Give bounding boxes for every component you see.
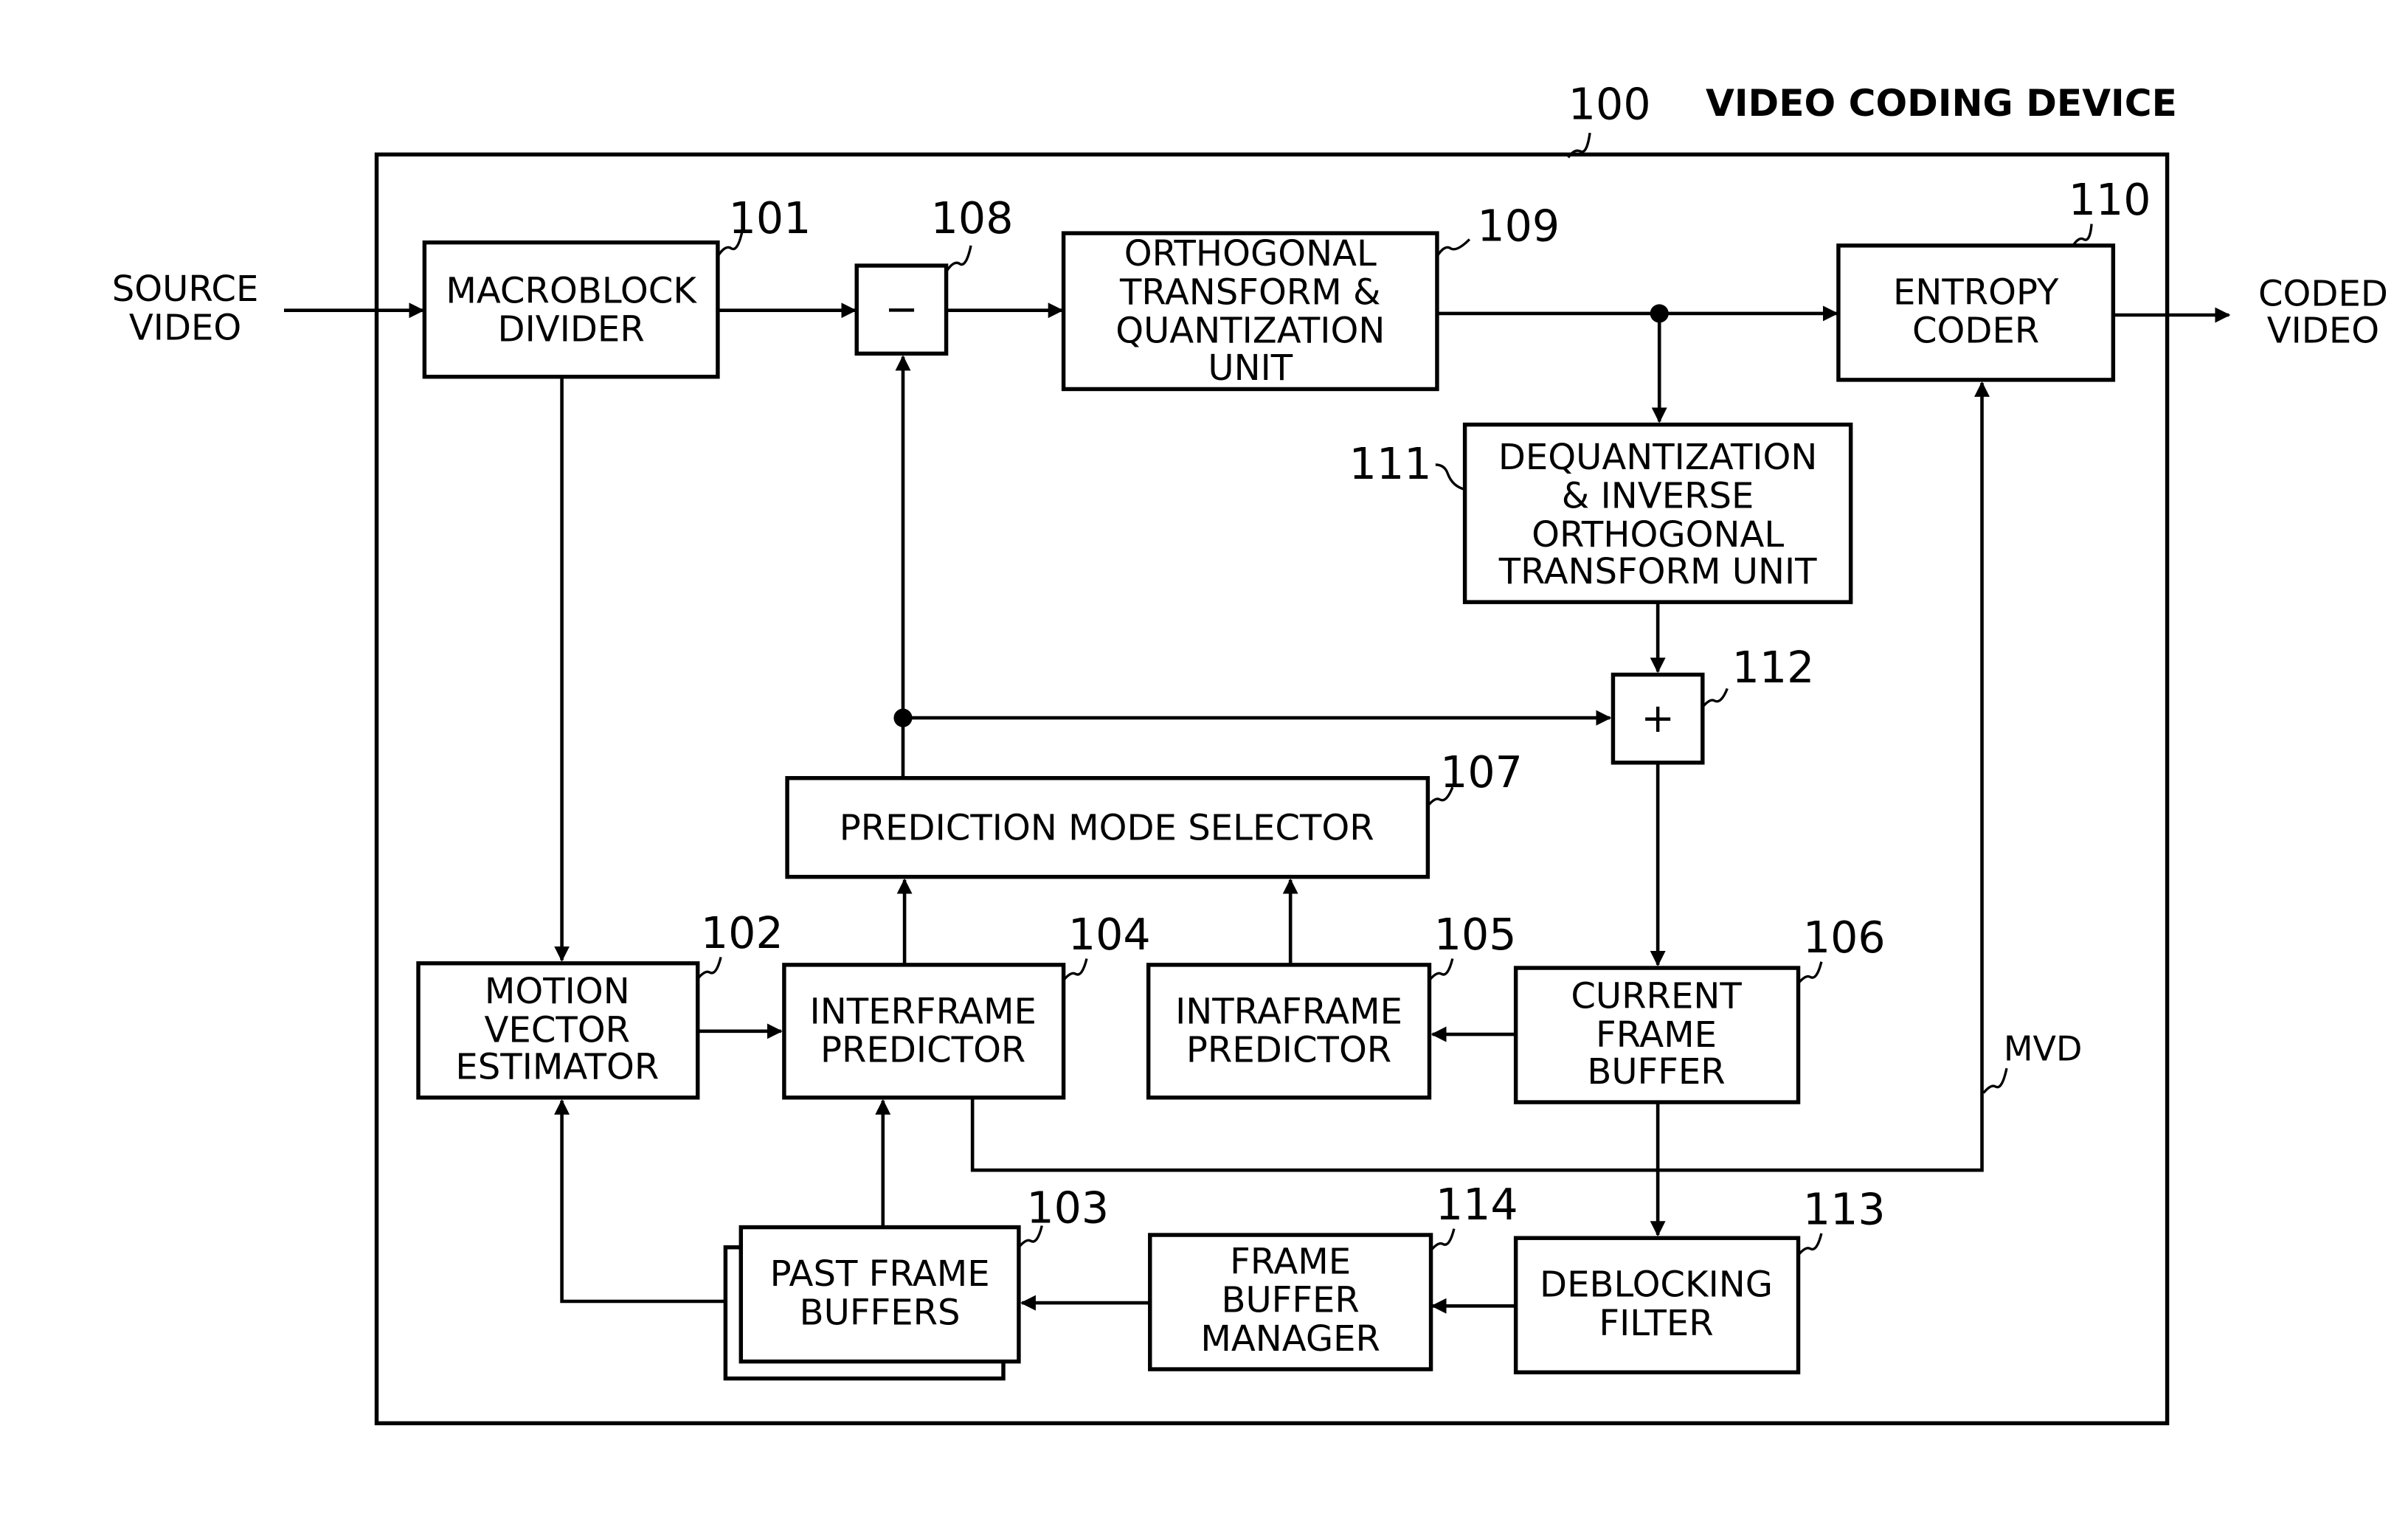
leader-105	[1428, 958, 1454, 981]
deblocking-filter-block[interactable]: DEBLOCKING FILTER	[1513, 1236, 1801, 1374]
frame-buffer-manager-block[interactable]: FRAME BUFFER MANAGER	[1148, 1233, 1433, 1371]
estimator-line-3: ESTIMATOR	[455, 1047, 659, 1088]
leader-102	[696, 957, 722, 980]
interframe-predictor-block[interactable]: INTERFRAME PREDICTOR	[782, 963, 1066, 1100]
leader-111	[1435, 463, 1466, 491]
ref-103: 103	[1026, 1183, 1109, 1233]
deblocking-line-1: DEBLOCKING	[1540, 1264, 1773, 1306]
leader-114	[1430, 1228, 1456, 1252]
junction-dot-mid	[893, 708, 913, 727]
ref-110: 110	[2069, 175, 2151, 225]
leader-108	[945, 245, 972, 273]
ref-114: 114	[1436, 1180, 1518, 1230]
orthogonal-transform-block[interactable]: ORTHOGONAL TRANSFORM & QUANTIZATION UNIT	[1061, 231, 1439, 392]
adder-block[interactable]: +	[1610, 672, 1705, 765]
manager-line-1: FRAME	[1230, 1241, 1351, 1282]
past-buffers-line-1: PAST FRAME	[770, 1253, 990, 1295]
device-ref-label: 100	[1568, 79, 1651, 129]
ref-108: 108	[931, 193, 1014, 243]
current-frame-buffer-block[interactable]: CURRENT FRAME BUFFER	[1513, 966, 1801, 1104]
manager-line-2: BUFFER	[1221, 1280, 1359, 1321]
ref-105: 105	[1434, 910, 1517, 960]
ref-102: 102	[701, 908, 783, 958]
leader-112	[1701, 688, 1729, 708]
transform-line-3: QUANTIZATION	[1115, 311, 1385, 352]
entropy-line-2: CODER	[1912, 311, 2039, 352]
prediction-mode-selector-block[interactable]: PREDICTION MODE SELECTOR	[785, 775, 1430, 879]
estimator-line-1: MOTION	[485, 971, 630, 1012]
diagram-title: VIDEO CODING DEVICE	[1706, 81, 2177, 125]
leader-104	[1062, 958, 1088, 981]
ref-104: 104	[1068, 910, 1151, 960]
leader-110	[2072, 224, 2093, 246]
source-video-label-2: VIDEO	[129, 307, 241, 348]
transform-line-1: ORTHOGONAL	[1124, 233, 1377, 274]
current-buffer-line-2: FRAME	[1596, 1014, 1717, 1056]
ref-111: 111	[1349, 439, 1432, 489]
intraframe-line-2: PREDICTOR	[1186, 1030, 1391, 1071]
dequant-line-4: TRANSFORM UNIT	[1498, 551, 1817, 592]
macroblock-divider-line-2: DIVIDER	[498, 309, 645, 350]
subtractor-symbol: −	[885, 285, 918, 332]
estimator-line-2: VECTOR	[485, 1009, 631, 1051]
ref-112: 112	[1732, 643, 1815, 693]
ref-106: 106	[1803, 913, 1886, 963]
motion-vector-estimator-block[interactable]: MOTION VECTOR ESTIMATOR	[416, 961, 700, 1100]
macroblock-divider-block[interactable]: MACROBLOCK DIVIDER	[422, 240, 720, 379]
dequant-line-3: ORTHOGONAL	[1532, 514, 1784, 555]
leader-113	[1797, 1233, 1823, 1256]
entropy-line-1: ENTROPY	[1893, 271, 2059, 313]
leader-109	[1436, 238, 1471, 257]
manager-line-3: MANAGER	[1200, 1318, 1380, 1360]
ref-113: 113	[1803, 1184, 1886, 1234]
entropy-coder-block[interactable]: ENTROPY CODER	[1836, 243, 2116, 382]
adder-symbol: +	[1641, 695, 1675, 741]
intraframe-predictor-block[interactable]: INTRAFRAME PREDICTOR	[1146, 963, 1432, 1100]
past-buffers-to-estimator	[554, 1098, 726, 1304]
past-frame-buffers-block[interactable]: PAST FRAME BUFFERS	[723, 1225, 1021, 1381]
coded-video-label-2: VIDEO	[2267, 311, 2379, 352]
source-video-label-1: SOURCE	[112, 269, 259, 310]
intraframe-line-1: INTRAFRAME	[1175, 991, 1402, 1032]
past-buffers-line-2: BUFFERS	[800, 1292, 961, 1333]
leader-mvd	[1982, 1067, 2008, 1094]
macroblock-divider-line-1: MACROBLOCK	[446, 270, 697, 311]
dequant-line-1: DEQUANTIZATION	[1498, 437, 1818, 478]
mvd-label: MVD	[2004, 1029, 2083, 1069]
transform-line-4: UNIT	[1208, 347, 1293, 389]
dequant-line-2: & INVERSE	[1562, 476, 1754, 517]
interframe-line-1: INTERFRAME	[810, 991, 1037, 1032]
video-coding-device-diagram: 100 VIDEO CODING DEVICE SOURCE VIDEO MAC…	[112, 79, 2388, 1426]
coded-video-label-1: CODED	[2258, 273, 2388, 314]
current-buffer-line-1: CURRENT	[1571, 975, 1742, 1017]
leader-106	[1797, 961, 1823, 985]
selector-label: PREDICTION MODE SELECTOR	[840, 807, 1374, 848]
deblocking-line-2: FILTER	[1599, 1303, 1713, 1344]
current-buffer-line-3: BUFFER	[1587, 1051, 1725, 1093]
dequantization-block[interactable]: DEQUANTIZATION & INVERSE ORTHOGONAL TRAN…	[1462, 422, 1853, 604]
transform-line-2: TRANSFORM &	[1119, 271, 1381, 313]
interframe-line-2: PREDICTOR	[820, 1030, 1025, 1071]
subtractor-block[interactable]: −	[854, 263, 949, 356]
ref-109: 109	[1477, 201, 1560, 252]
